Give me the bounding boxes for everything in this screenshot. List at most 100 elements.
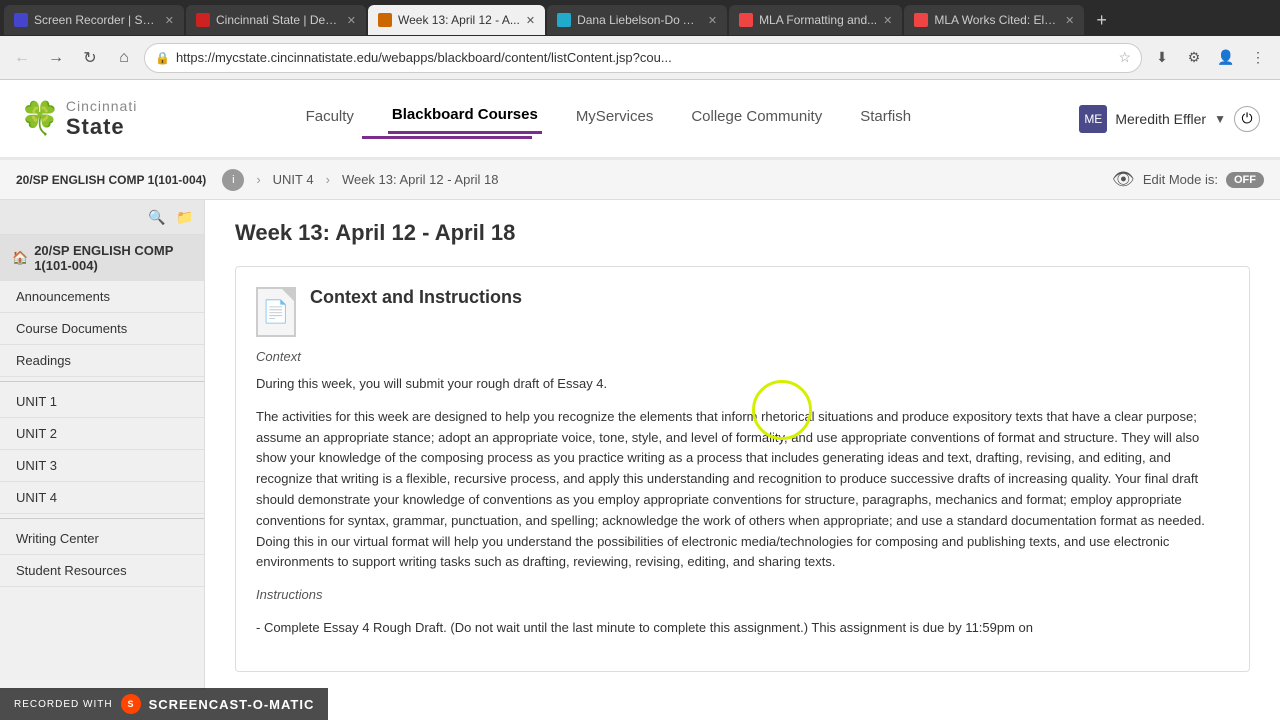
sidebar-item-unit1[interactable]: UNIT 1 [0, 386, 204, 418]
extensions-button[interactable]: ⚙ [1180, 44, 1208, 72]
tab-week13[interactable]: Week 13: April 12 - A... ✕ [368, 5, 545, 35]
instructions-text: - Complete Essay 4 Rough Draft. (Do not … [256, 618, 1229, 639]
sidebar-item-unit4[interactable]: UNIT 4 [0, 482, 204, 514]
sidebar-folder-icon[interactable]: 📁 [174, 206, 196, 228]
nav-blackboard-courses[interactable]: Blackboard Courses [388, 98, 542, 134]
logo-state-text: State [66, 114, 137, 139]
favicon-screen-recorder [14, 13, 28, 27]
close-tab-dana[interactable]: ✕ [708, 14, 717, 27]
content-para1: During this week, you will submit your r… [256, 374, 1229, 395]
content-area: Week 13: April 12 - April 18 📄 Context a… [205, 200, 1280, 690]
sidebar-separator2 [0, 518, 204, 519]
screencast-watermark: RECORDED WITH S SCREENCAST-O-MATIC [0, 688, 328, 720]
main-nav: Faculty Blackboard Courses MyServices Co… [302, 98, 916, 134]
close-tab-cincinnati-state[interactable]: ✕ [347, 14, 356, 27]
tab-title-mla1: MLA Formatting and... [759, 13, 877, 27]
url-text: https://mycstate.cincinnatistate.edu/web… [176, 50, 1112, 65]
nav-faculty[interactable]: Faculty [302, 100, 358, 133]
breadcrumb-right-area: 👁 Edit Mode is: OFF [1112, 169, 1264, 190]
site-logo[interactable]: 🍀 Cincinnati State [20, 98, 137, 139]
sidebar-item-readings[interactable]: Readings [0, 345, 204, 377]
home-button[interactable]: ⌂ [110, 44, 138, 72]
sidebar-item-unit2[interactable]: UNIT 2 [0, 418, 204, 450]
profile-button[interactable]: 👤 [1212, 44, 1240, 72]
sidebar-home-icon: 🏠 [12, 250, 28, 266]
breadcrumb-course[interactable]: 20/SP ENGLISH COMP 1(101-004) [16, 173, 206, 187]
sidebar-item-announcements[interactable]: Announcements [0, 281, 204, 313]
logo-text: Cincinnati State [66, 98, 137, 139]
breadcrumb-bar: 20/SP ENGLISH COMP 1(101-004) i › UNIT 4… [0, 160, 1280, 200]
sidebar-item-unit3[interactable]: UNIT 3 [0, 450, 204, 482]
watermark-recorded-text: RECORDED WITH [14, 699, 113, 710]
favicon-week13 [378, 13, 392, 27]
watermark-brand-text: SCREENCAST-O-MATIC [149, 697, 315, 712]
nav-myservices[interactable]: MyServices [572, 100, 658, 133]
site-header: 🍀 Cincinnati State Faculty Blackboard Co… [0, 80, 1280, 160]
page-title: Week 13: April 12 - April 18 [235, 220, 1250, 246]
sidebar-item-writing-center[interactable]: Writing Center [0, 523, 204, 555]
screencast-logo-icon: S [121, 694, 141, 714]
address-bar[interactable]: 🔒 https://mycstate.cincinnatistate.edu/w… [144, 43, 1142, 73]
tab-title-week13: Week 13: April 12 - A... [398, 13, 520, 27]
sidebar-course-header[interactable]: 🏠 20/SP ENGLISH COMP 1(101-004) [0, 235, 204, 281]
power-button[interactable]: ⏻ [1234, 106, 1260, 132]
close-tab-mla2[interactable]: ✕ [1065, 14, 1074, 27]
breadcrumb-page[interactable]: Week 13: April 12 - April 18 [342, 172, 499, 187]
content-card-context: 📄 Context and Instructions Context Durin… [235, 266, 1250, 672]
sidebar: 🔍 📁 🏠 20/SP ENGLISH COMP 1(101-004) Anno… [0, 200, 205, 690]
security-lock-icon: 🔒 [155, 51, 170, 65]
forward-button[interactable]: → [42, 44, 70, 72]
new-tab-button[interactable]: + [1090, 10, 1113, 31]
nav-starfish[interactable]: Starfish [856, 100, 915, 133]
sidebar-search-icon[interactable]: 🔍 [146, 206, 168, 228]
back-button[interactable]: ← [8, 44, 36, 72]
user-area: ME Meredith Effler ▼ ⏻ [1079, 105, 1260, 133]
edit-mode-label: Edit Mode is: [1143, 172, 1218, 187]
tab-screen-recorder[interactable]: Screen Recorder | Scr... ✕ [4, 5, 184, 35]
sidebar-course-label: 20/SP ENGLISH COMP 1(101-004) [34, 243, 192, 273]
tab-mla2[interactable]: MLA Works Cited: Ele... ✕ [904, 5, 1084, 35]
instructions-label: Instructions [256, 585, 1229, 606]
edit-mode-toggle[interactable]: OFF [1226, 172, 1264, 188]
tab-title-cincinnati-state: Cincinnati State | Deg... [216, 13, 341, 27]
downloads-button[interactable]: ⬇ [1148, 44, 1176, 72]
logo-cincinnati-text: Cincinnati [66, 98, 137, 114]
favicon-dana [557, 13, 571, 27]
close-tab-screen-recorder[interactable]: ✕ [165, 14, 174, 27]
breadcrumb-info-badge[interactable]: i [222, 169, 244, 191]
content-body: During this week, you will submit your r… [256, 374, 1229, 639]
close-tab-mla1[interactable]: ✕ [883, 14, 892, 27]
breadcrumb-sep1: › [256, 172, 260, 187]
main-layout: 🔍 📁 🏠 20/SP ENGLISH COMP 1(101-004) Anno… [0, 200, 1280, 690]
leaf-icon: 🍀 [20, 99, 60, 137]
eye-icon: 👁 [1112, 169, 1135, 190]
reload-button[interactable]: ↻ [76, 44, 104, 72]
sidebar-item-course-documents[interactable]: Course Documents [0, 313, 204, 345]
sidebar-separator1 [0, 381, 204, 382]
bookmark-star-icon[interactable]: ☆ [1118, 49, 1131, 66]
close-tab-week13[interactable]: ✕ [526, 14, 535, 27]
breadcrumb-unit[interactable]: UNIT 4 [273, 172, 314, 187]
nav-college-community[interactable]: College Community [687, 100, 826, 133]
sidebar-item-student-resources[interactable]: Student Resources [0, 555, 204, 587]
favicon-mla2 [914, 13, 928, 27]
user-name-text: Meredith Effler [1115, 111, 1206, 127]
user-dropdown-icon[interactable]: ▼ [1214, 112, 1226, 126]
favicon-cincinnati-state [196, 13, 210, 27]
nav-active-underline [362, 136, 532, 139]
content-para2: The activities for this week are designe… [256, 407, 1229, 573]
menu-button[interactable]: ⋮ [1244, 44, 1272, 72]
browser-toolbar: ← → ↻ ⌂ 🔒 https://mycstate.cincinnatista… [0, 36, 1280, 80]
tab-title-screen-recorder: Screen Recorder | Scr... [34, 13, 159, 27]
tab-bar: Screen Recorder | Scr... ✕ Cincinnati St… [0, 0, 1280, 36]
tab-dana[interactable]: Dana Liebelson-Do Andr... ✕ [547, 5, 727, 35]
favicon-mla1 [739, 13, 753, 27]
breadcrumb-sep2: › [326, 172, 330, 187]
sidebar-tools: 🔍 📁 [0, 200, 204, 235]
tab-cincinnati-state[interactable]: Cincinnati State | Deg... ✕ [186, 5, 366, 35]
content-subtitle: Context [256, 349, 1229, 364]
user-avatar: ME [1079, 105, 1107, 133]
tab-mla1[interactable]: MLA Formatting and... ✕ [729, 5, 902, 35]
content-card-title: Context and Instructions [310, 287, 522, 308]
tab-title-dana: Dana Liebelson-Do Andr... [577, 13, 702, 27]
